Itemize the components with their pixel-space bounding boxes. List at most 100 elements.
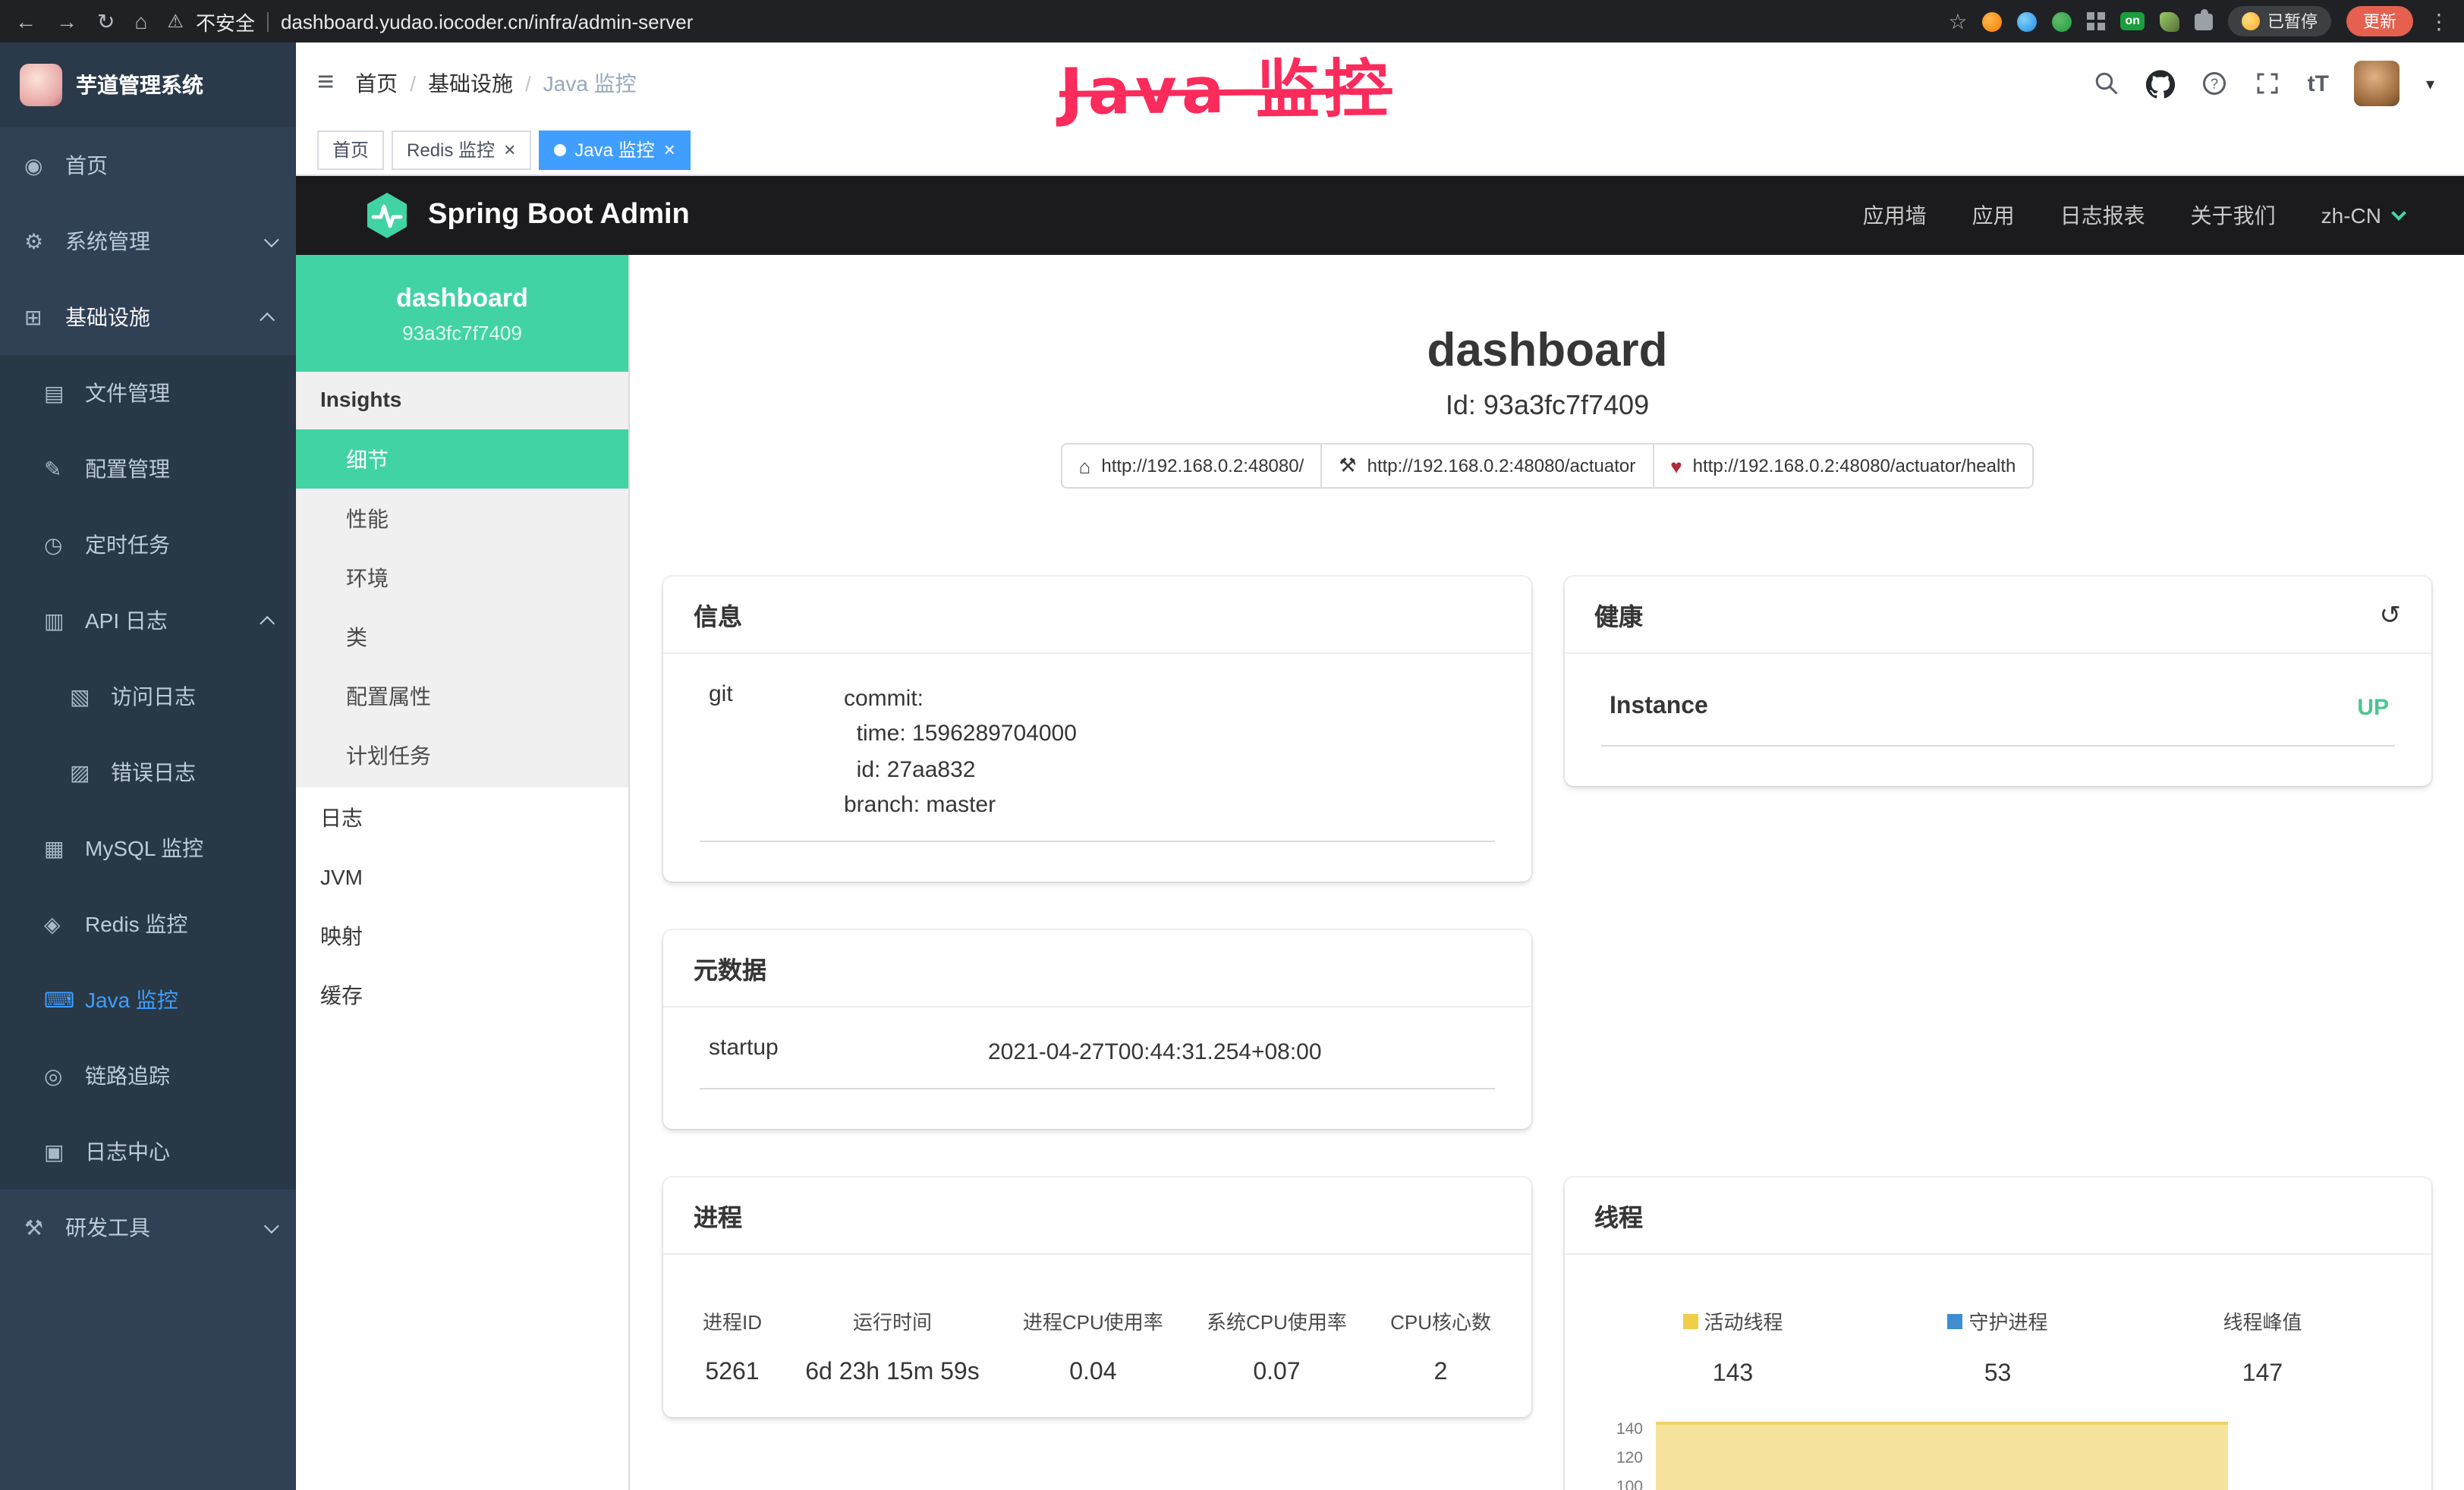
file-icon: ▤ bbox=[44, 380, 77, 406]
insights-group: Insights 细节 性能 环境 类 配置属性 计划任务 bbox=[296, 372, 628, 787]
sidebar-item-mysql-monitor[interactable]: ▦ MySQL 监控 bbox=[0, 810, 296, 886]
paused-badge[interactable]: 已暂停 bbox=[2228, 6, 2331, 36]
browser-menu-icon[interactable]: ⋮ bbox=[2428, 11, 2450, 32]
font-size-icon[interactable]: tT bbox=[2308, 71, 2329, 96]
avatar-caret-icon[interactable]: ▾ bbox=[2426, 74, 2434, 93]
instance-item-mappings[interactable]: 映射 bbox=[296, 906, 628, 965]
bookmark-star-icon[interactable]: ☆ bbox=[1948, 11, 1967, 32]
annotation-java-monitor: Java 监控 bbox=[1059, 38, 1392, 134]
emoji-icon bbox=[2242, 12, 2260, 30]
sidebar-item-config-management[interactable]: ✎ 配置管理 bbox=[0, 431, 296, 507]
extension-icon-orange[interactable] bbox=[1982, 11, 2002, 31]
sidebar-item-file-management[interactable]: ▤ 文件管理 bbox=[0, 355, 296, 431]
sba-nav-wallboard[interactable]: 应用墙 bbox=[1863, 200, 1927, 231]
app-logo[interactable]: 芋道管理系统 bbox=[0, 42, 296, 127]
insights-item-classes[interactable]: 类 bbox=[296, 607, 628, 666]
card-body: Instance UP bbox=[1564, 654, 2431, 786]
sidebar-item-access-logs[interactable]: ▧ 访问日志 bbox=[0, 659, 296, 734]
help-icon[interactable]: ? bbox=[2201, 70, 2229, 97]
legend-value: 147 bbox=[2130, 1362, 2395, 1389]
insights-label: Insights bbox=[296, 372, 628, 429]
instance-header[interactable]: dashboard 93a3fc7f7409 bbox=[296, 255, 628, 372]
tab-java-monitor[interactable]: Java 监控 × bbox=[538, 130, 691, 169]
table-row[interactable]: Instance UP bbox=[1600, 690, 2395, 747]
metric-label: CPU核心数 bbox=[1390, 1307, 1491, 1336]
card-body: 活动线程 143 守护进程 53 线程峰值 147 bbox=[1564, 1256, 2431, 1490]
chevron-down-icon bbox=[264, 231, 279, 247]
insights-item-performance[interactable]: 性能 bbox=[296, 489, 628, 548]
insights-item-config-props[interactable]: 配置属性 bbox=[296, 666, 628, 725]
endpoint-actuator-link[interactable]: ⚒ http://192.168.0.2:48080/actuator bbox=[1320, 443, 1654, 489]
sidebar-item-redis-monitor[interactable]: ◈ Redis 监控 bbox=[0, 886, 296, 962]
sidebar-item-dev-tools[interactable]: ⚒ 研发工具 bbox=[0, 1190, 296, 1265]
extension-grid-icon[interactable] bbox=[2087, 12, 2105, 30]
avatar[interactable] bbox=[2355, 61, 2400, 106]
locale-selector[interactable]: zh-CN bbox=[2321, 203, 2404, 228]
github-icon[interactable] bbox=[2147, 69, 2176, 98]
address-bar[interactable]: ⚠ 不安全 dashboard.yudao.iocoder.cn/infra/a… bbox=[167, 7, 693, 36]
header-actions: ? tT ▾ bbox=[2094, 61, 2434, 106]
breadcrumb-infrastructure[interactable]: 基础设施 bbox=[428, 68, 513, 99]
sba-nav-journal[interactable]: 日志报表 bbox=[2060, 200, 2145, 231]
insights-item-environment[interactable]: 环境 bbox=[296, 548, 628, 607]
sba-nav-about[interactable]: 关于我们 bbox=[2191, 200, 2276, 231]
sba-brand-title[interactable]: Spring Boot Admin bbox=[428, 199, 690, 232]
browser-home-icon[interactable]: ⌂ bbox=[134, 11, 147, 32]
process-metrics: 进程ID 5261 运行时间 6d 23h 15m 59s 进程CPU使用率 0… bbox=[700, 1307, 1494, 1388]
sidebar-item-link-tracing[interactable]: ◎ 链路追踪 bbox=[0, 1038, 296, 1114]
url-text[interactable]: dashboard.yudao.iocoder.cn/infra/admin-s… bbox=[281, 10, 693, 33]
endpoint-root-link[interactable]: ⌂ http://192.168.0.2:48080/ bbox=[1061, 443, 1323, 489]
sidebar-item-label: MySQL 监控 bbox=[85, 833, 203, 863]
app-title: 芋道管理系统 bbox=[76, 70, 203, 100]
threads-legend: 活动线程 143 守护进程 53 线程峰值 147 bbox=[1600, 1307, 2395, 1389]
sidebar-item-log-center[interactable]: ▣ 日志中心 bbox=[0, 1114, 296, 1190]
sidebar-item-api-logs[interactable]: ▥ API 日志 bbox=[0, 583, 296, 659]
back-icon[interactable]: ← bbox=[15, 11, 36, 32]
extension-icon-green[interactable] bbox=[2052, 11, 2072, 31]
sidebar-toggle-icon[interactable]: ≡ bbox=[317, 67, 334, 100]
instance-item-caches[interactable]: 缓存 bbox=[296, 965, 628, 1024]
reload-icon[interactable]: ↻ bbox=[97, 11, 115, 32]
sidebar-item-scheduled-tasks[interactable]: ◷ 定时任务 bbox=[0, 507, 296, 583]
update-button[interactable]: 更新 bbox=[2346, 6, 2413, 36]
fullscreen-icon[interactable] bbox=[2255, 70, 2282, 97]
extension-on-badge[interactable]: on bbox=[2120, 12, 2145, 30]
metric-pid: 进程ID 5261 bbox=[703, 1307, 762, 1388]
sidebar-item-error-logs[interactable]: ▨ 错误日志 bbox=[0, 734, 296, 810]
y-tick: 120 bbox=[1600, 1445, 1643, 1474]
extension-icon-leaf[interactable] bbox=[2160, 11, 2179, 31]
sidebar-item-label: 定时任务 bbox=[85, 530, 170, 560]
app-sidebar: 芋道管理系统 ◉ 首页 ⚙ 系统管理 ⊞ 基础设施 ▤ 文件管理 ✎ 配置管理 bbox=[0, 42, 296, 1490]
forward-icon[interactable]: → bbox=[56, 11, 77, 32]
sidebar-item-label: 链路追踪 bbox=[85, 1061, 170, 1091]
insights-item-scheduled-tasks[interactable]: 计划任务 bbox=[296, 725, 628, 784]
paused-label: 已暂停 bbox=[2267, 9, 2318, 33]
wrench-icon: ⚒ bbox=[1339, 454, 1356, 478]
sidebar-item-java-monitor[interactable]: ⌨ Java 监控 bbox=[0, 962, 296, 1038]
close-tab-icon[interactable]: × bbox=[664, 140, 675, 159]
instance-item-jvm[interactable]: JVM bbox=[296, 847, 628, 906]
extension-icon-blue[interactable] bbox=[2017, 11, 2037, 31]
history-icon[interactable]: ↺ bbox=[2380, 602, 2402, 627]
sba-nav-applications[interactable]: 应用 bbox=[1972, 200, 2015, 231]
sidebar-item-infrastructure[interactable]: ⊞ 基础设施 bbox=[0, 279, 296, 355]
legend-value: 53 bbox=[1865, 1361, 2130, 1388]
close-tab-icon[interactable]: × bbox=[504, 140, 515, 159]
tab-redis-monitor[interactable]: Redis 监控 × bbox=[392, 130, 530, 169]
tab-label: Redis 监控 bbox=[407, 137, 495, 162]
sidebar-item-system[interactable]: ⚙ 系统管理 bbox=[0, 203, 296, 279]
table-row: startup 2021-04-27T00:44:31.254+08:00 bbox=[700, 1035, 1494, 1090]
insights-item-details[interactable]: 细节 bbox=[296, 429, 628, 489]
logo-image bbox=[20, 64, 62, 106]
tab-home[interactable]: 首页 bbox=[317, 130, 384, 169]
breadcrumb-home[interactable]: 首页 bbox=[355, 68, 398, 99]
sidebar-item-label: 系统管理 bbox=[65, 226, 150, 256]
instance-item-logs[interactable]: 日志 bbox=[296, 787, 628, 847]
metric-label: 进程ID bbox=[703, 1307, 762, 1336]
search-icon[interactable] bbox=[2094, 70, 2121, 97]
browser-chrome: ← → ↻ ⌂ ⚠ 不安全 dashboard.yudao.iocoder.cn… bbox=[0, 0, 2464, 42]
sidebar-item-home[interactable]: ◉ 首页 bbox=[0, 127, 296, 203]
endpoint-health-link[interactable]: ♥ http://192.168.0.2:48080/actuator/heal… bbox=[1652, 443, 2034, 489]
extensions-puzzle-icon[interactable] bbox=[2195, 13, 2213, 30]
security-label[interactable]: 不安全 bbox=[196, 7, 255, 36]
